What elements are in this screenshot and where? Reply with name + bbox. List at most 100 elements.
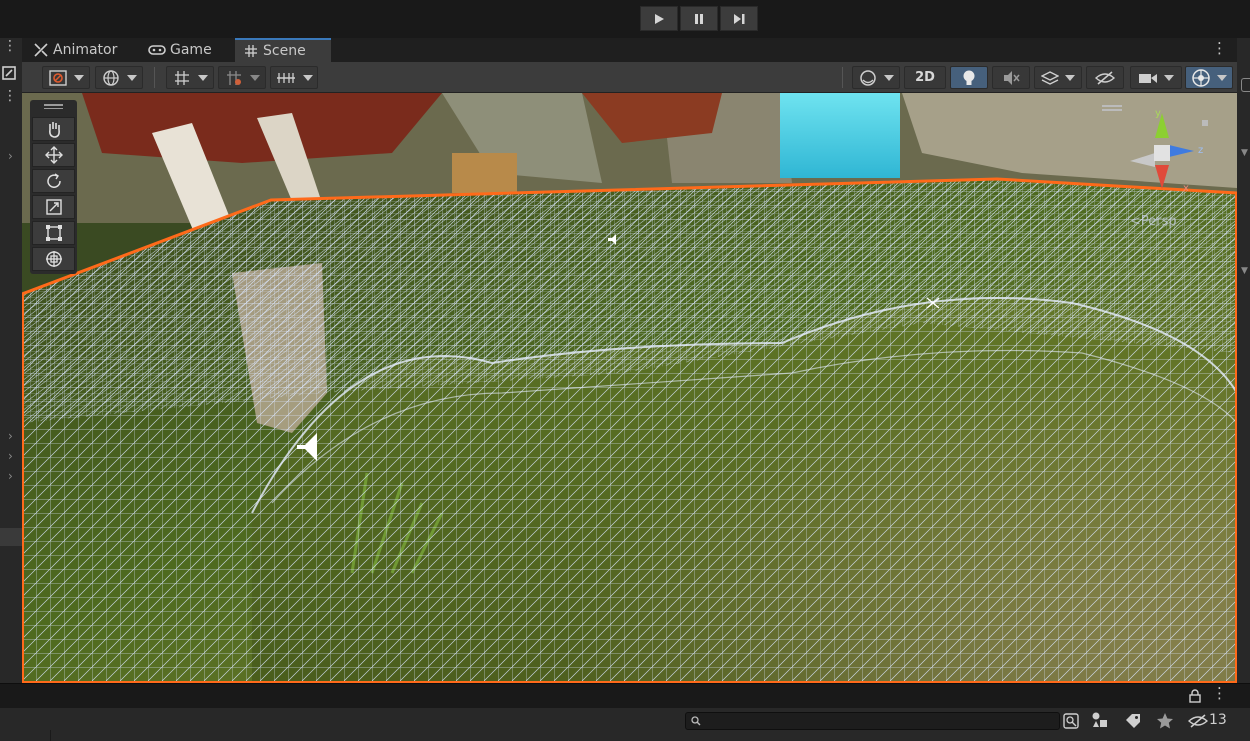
increment-snap-dropdown[interactable]	[218, 66, 266, 89]
gizmo-x-label: x	[1183, 183, 1189, 194]
globe-icon	[102, 69, 119, 86]
panel-icon[interactable]	[1241, 78, 1250, 92]
chevron-down-icon	[197, 74, 208, 81]
kebab-menu-icon[interactable]: ⋮	[3, 89, 17, 103]
favorite-star-icon[interactable]	[1156, 712, 1174, 730]
toggle-2d-button[interactable]: 2D	[904, 66, 946, 89]
audio-toggle[interactable]	[992, 66, 1030, 89]
collapse-arrow-icon[interactable]: ▼	[1241, 266, 1248, 276]
panel-header-bar: ⋮	[0, 683, 1250, 709]
tool-palette	[30, 100, 77, 274]
gizmo-icon	[1192, 68, 1210, 87]
hand-tool-button[interactable]	[32, 117, 75, 141]
scene-viewport[interactable]: y z x <Persp	[22, 93, 1237, 683]
scene-visibility-toggle[interactable]	[1086, 66, 1124, 89]
scale-tool-button[interactable]	[32, 195, 75, 219]
tab-label: Animator	[53, 42, 118, 58]
chevron-down-icon	[1217, 74, 1227, 81]
rotate-icon	[46, 173, 61, 188]
move-icon	[44, 146, 63, 164]
collapse-arrow-icon[interactable]: ▼	[1241, 148, 1248, 158]
shading-sphere-icon	[859, 69, 876, 86]
kebab-menu-icon[interactable]: ⋮	[1212, 41, 1227, 56]
scene-toolbar: 2D	[22, 62, 1237, 93]
chevron-down-icon	[1164, 74, 1174, 81]
hidden-packages-icon[interactable]	[1188, 714, 1208, 728]
rotate-tool-button[interactable]	[32, 169, 75, 193]
hidden-count: 13	[1209, 712, 1227, 728]
scene-render	[22, 93, 1237, 683]
left-panel-strip: ⋮ ⋮ › › › ›	[0, 38, 23, 683]
label-tag-icon[interactable]	[1124, 712, 1142, 730]
panel-divider	[0, 730, 51, 741]
layers-effects-icon	[1041, 70, 1059, 85]
draw-mode-dropdown[interactable]	[42, 66, 90, 89]
maximize-icon[interactable]	[2, 66, 16, 80]
right-panel-strip: ▼ ▼	[1237, 38, 1250, 683]
expand-arrow-icon[interactable]: ›	[8, 449, 13, 463]
move-tool-button[interactable]	[32, 143, 75, 167]
grid-snap-icon	[174, 70, 189, 85]
kebab-menu-icon[interactable]: ⋮	[3, 39, 17, 53]
tab-scene[interactable]: Scene	[235, 38, 331, 62]
gizmo-y-label: y	[1155, 108, 1161, 119]
audio-mute-icon	[1004, 70, 1020, 85]
lightbulb-icon	[963, 70, 975, 85]
hand-icon	[48, 122, 60, 138]
camera-dropdown[interactable]	[1130, 66, 1182, 89]
tab-label: Scene	[263, 43, 306, 59]
step-button[interactable]	[720, 6, 758, 31]
expand-arrow-icon[interactable]: ›	[8, 469, 13, 483]
rect-transform-icon	[45, 225, 62, 241]
search-icon	[691, 716, 701, 726]
pause-icon	[695, 13, 703, 24]
chevron-down-icon	[302, 74, 313, 81]
toolbar-separator	[154, 67, 155, 88]
toolbar-separator	[842, 67, 843, 88]
chevron-down-icon	[249, 74, 260, 81]
draw-mode-icon	[48, 69, 67, 86]
search-input[interactable]	[685, 712, 1060, 730]
chevron-down-icon	[126, 74, 137, 81]
drag-handle[interactable]	[44, 104, 63, 106]
camera-icon	[1139, 73, 1157, 83]
gamepad-icon	[148, 45, 166, 55]
lighting-toggle[interactable]	[950, 66, 988, 89]
tab-game[interactable]: Game	[140, 38, 230, 62]
editor-tab-bar: Animator Game Scene ⋮	[22, 38, 1237, 62]
scale-icon	[45, 199, 62, 215]
lock-icon[interactable]	[1189, 689, 1201, 703]
eye-hidden-icon	[1095, 70, 1115, 85]
increment-snap-icon	[226, 70, 241, 85]
projection-label[interactable]: <Persp	[1130, 214, 1177, 229]
chevron-down-icon	[73, 74, 84, 81]
search-by-type-icon[interactable]	[1062, 712, 1080, 730]
kebab-menu-icon[interactable]: ⋮	[1212, 686, 1227, 701]
gizmos-dropdown[interactable]	[1185, 66, 1233, 89]
expand-arrow-icon[interactable]: ›	[8, 149, 13, 163]
play-icon	[655, 13, 664, 24]
transform-icon	[45, 251, 62, 267]
step-icon	[734, 13, 745, 24]
ruler-dropdown[interactable]	[270, 66, 318, 89]
drag-handle[interactable]	[44, 108, 63, 109]
shading-mode-dropdown[interactable]	[852, 66, 900, 89]
play-toolbar	[0, 0, 1250, 38]
selected-row[interactable]	[0, 528, 22, 546]
tab-animator[interactable]: Animator	[22, 38, 134, 62]
tab-label: Game	[170, 42, 212, 58]
effects-dropdown[interactable]	[1034, 66, 1082, 89]
ruler-icon	[276, 72, 295, 83]
play-button[interactable]	[640, 6, 678, 31]
pause-button[interactable]	[680, 6, 718, 31]
chevron-down-icon	[1065, 74, 1075, 81]
filter-by-type-icon[interactable]	[1091, 711, 1109, 729]
grid-snap-dropdown[interactable]	[166, 66, 214, 89]
transform-tool-button[interactable]	[32, 247, 75, 271]
expand-arrow-icon[interactable]: ›	[8, 429, 13, 443]
animator-icon	[34, 43, 48, 57]
global-local-dropdown[interactable]	[95, 66, 143, 89]
rect-tool-button[interactable]	[32, 221, 75, 245]
gizmo-z-label: z	[1198, 145, 1204, 156]
chevron-down-icon	[883, 74, 894, 81]
